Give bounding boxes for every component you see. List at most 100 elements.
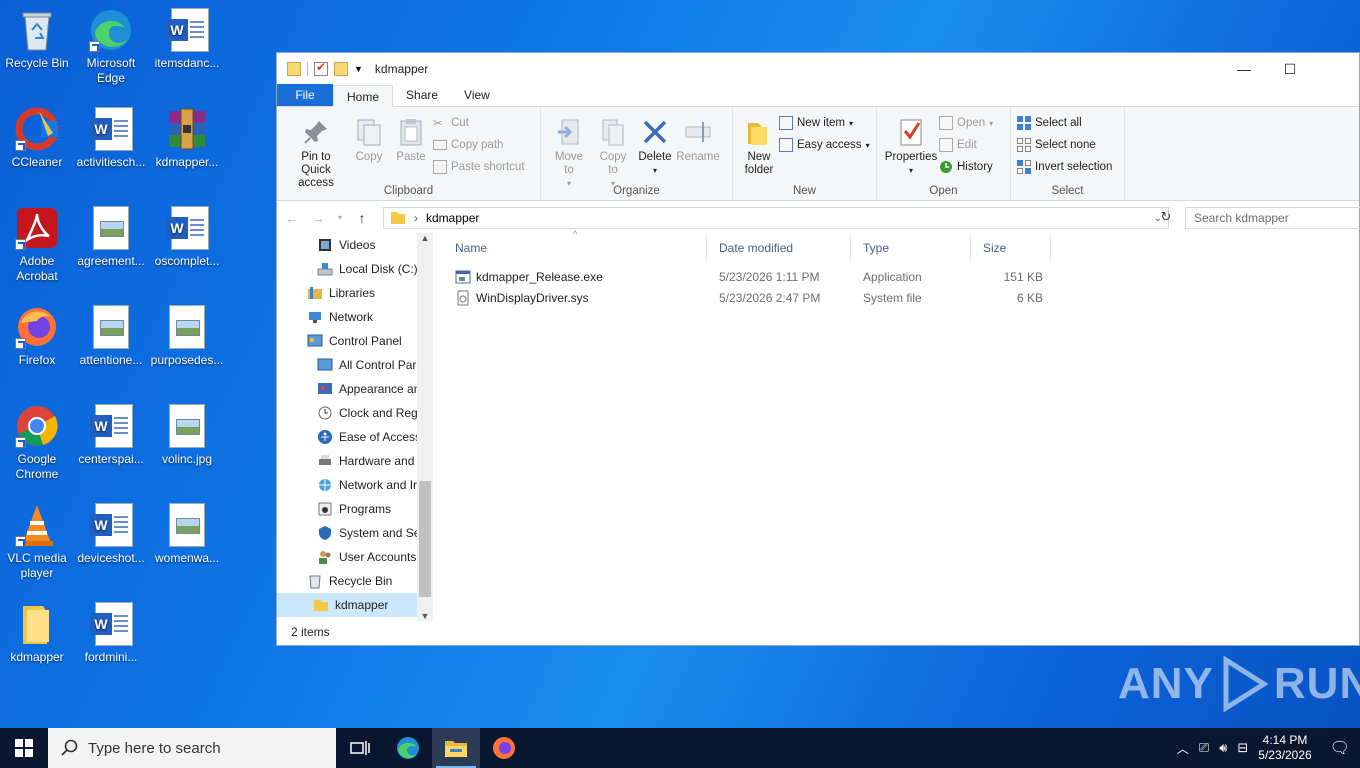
desktop-icon-microsoft-edge[interactable]: Microsoft Edge <box>74 8 148 86</box>
refresh-icon[interactable]: ↻ <box>1157 209 1175 227</box>
nav-item-clock-region[interactable]: Clock and Regi <box>277 401 433 425</box>
taskbar-file-explorer-button[interactable] <box>432 728 480 768</box>
desktop-icon-vlc[interactable]: VLC media player <box>0 503 74 581</box>
select-group: Select all Select none Invert selection … <box>1011 107 1125 201</box>
nav-item-local-disk[interactable]: Local Disk (C:) <box>277 257 433 281</box>
customize-dropdown-icon[interactable]: ▼ <box>354 64 363 74</box>
paste-icon <box>396 117 426 147</box>
desktop-icon-ccleaner[interactable]: CCleaner <box>0 107 74 170</box>
desktop-icon-google-chrome[interactable]: Google Chrome <box>0 404 74 482</box>
desktop-icon-volinc[interactable]: volinc.jpg <box>150 404 224 467</box>
file-row[interactable]: WinDisplayDriver.sys 5/23/2026 2:47 PM S… <box>443 287 1359 308</box>
new-item-button[interactable]: New item ▾ <box>779 115 870 131</box>
cut-button[interactable]: ✂ Cut <box>433 115 525 131</box>
meet-now-icon[interactable]: ⎚ <box>1199 740 1209 756</box>
shortcut-arrow-icon <box>15 239 26 250</box>
ribbon: Pin to Quick access Copy Paste ✂ Cut Copy… <box>277 107 1359 201</box>
properties-quick-icon[interactable] <box>314 60 328 76</box>
ribbon-tabs: File Home Share View <box>277 84 1359 107</box>
desktop-icon-attentione[interactable]: attentione... <box>74 305 148 368</box>
rename-icon <box>683 117 713 147</box>
start-button[interactable] <box>0 728 48 768</box>
nav-item-all-control-panel[interactable]: All Control Par <box>277 353 433 377</box>
nav-item-user-accounts[interactable]: User Accounts <box>277 545 433 569</box>
properties-icon <box>896 117 926 147</box>
new-folder-quick-icon[interactable] <box>334 62 348 76</box>
nav-item-network-internet[interactable]: Network and Ir <box>277 473 433 497</box>
desktop-icon-centerspai[interactable]: W centerspai... <box>74 404 148 467</box>
easy-access-button[interactable]: Easy access ▾ <box>779 137 870 153</box>
forward-arrow-icon[interactable]: → <box>309 210 327 226</box>
nav-item-recycle-bin[interactable]: Recycle Bin <box>277 569 433 593</box>
status-bar-item-count: 2 items <box>291 625 330 639</box>
copy-path-button[interactable]: Copy path <box>433 137 525 153</box>
tab-file[interactable]: File <box>277 84 333 106</box>
history-button[interactable]: History <box>939 159 993 175</box>
desktop-icon-fordmini[interactable]: W fordmini... <box>74 602 148 665</box>
nav-item-ease-of-access[interactable]: Ease of Access <box>277 425 433 449</box>
nav-item-hardware-sound[interactable]: Hardware and <box>277 449 433 473</box>
file-date: 5/23/2026 2:47 PM <box>719 290 821 305</box>
nav-item-libraries[interactable]: Libraries <box>277 281 433 305</box>
nav-item-appearance[interactable]: Appearance an <box>277 377 433 401</box>
desktop-icon-agreement[interactable]: agreement... <box>74 206 148 269</box>
tab-view[interactable]: View <box>451 84 503 106</box>
desktop-icon-oscomplet[interactable]: W oscomplet... <box>150 206 224 269</box>
up-arrow-icon[interactable]: ↑ <box>353 210 371 226</box>
nav-item-network[interactable]: Network <box>277 305 433 329</box>
column-date-modified[interactable]: Date modified <box>707 235 851 261</box>
network-tray-icon[interactable]: ⊟ <box>1237 740 1248 756</box>
paste-shortcut-button[interactable]: Paste shortcut <box>433 159 525 175</box>
show-hidden-icons-chevron-icon[interactable]: ︿ <box>1177 740 1189 757</box>
group-label-new: New <box>792 185 816 197</box>
nav-item-videos[interactable]: Videos <box>277 233 433 257</box>
back-arrow-icon[interactable]: ← <box>283 210 301 226</box>
desktop-icon-recycle-bin[interactable]: Recycle Bin <box>0 8 74 71</box>
recent-dropdown-icon[interactable]: ▾ <box>335 213 345 222</box>
scroll-down-icon[interactable]: ▼ <box>417 611 433 621</box>
tab-home[interactable]: Home <box>333 85 394 107</box>
desktop-icon-itemsdanc[interactable]: W itemsdanc... <box>150 8 224 71</box>
copy-icon <box>354 117 384 147</box>
nav-item-control-panel[interactable]: Control Panel <box>277 329 433 353</box>
videos-icon <box>317 237 333 253</box>
notifications-icon[interactable]: 🗨︎ <box>1330 738 1350 758</box>
tab-share[interactable]: Share <box>393 84 451 106</box>
taskbar-firefox-button[interactable] <box>480 728 528 768</box>
desktop-icon-womenwa[interactable]: womenwa... <box>150 503 224 566</box>
select-all-button[interactable]: Select all <box>1017 115 1112 131</box>
desktop-icon-label: VLC media player <box>7 551 67 580</box>
address-bar[interactable]: › kdmapper ⌄ <box>383 207 1169 229</box>
desktop-icon-adobe-acrobat[interactable]: Adobe Acrobat <box>0 206 74 284</box>
taskbar-edge-button[interactable] <box>384 728 432 768</box>
copy-to-icon <box>598 117 628 147</box>
column-size[interactable]: Size <box>971 235 1051 261</box>
navigation-scrollbar[interactable]: ▲ ▼ <box>417 233 433 621</box>
clock[interactable]: 4:14 PM 5/23/2026 <box>1258 733 1311 763</box>
task-view-button[interactable] <box>336 728 384 768</box>
edit-button[interactable]: Edit <box>939 137 993 153</box>
scrollbar-thumb[interactable] <box>419 481 431 597</box>
desktop-icon-activitiesch[interactable]: W activitiesch... <box>74 107 148 170</box>
desktop-icon-kdmapper-archive[interactable]: kdmapper... <box>150 107 224 170</box>
minimize-button[interactable]: — <box>1221 53 1267 85</box>
scroll-up-icon[interactable]: ▲ <box>417 233 433 243</box>
select-none-button[interactable]: Select none <box>1017 137 1112 153</box>
desktop-icon-kdmapper-folder[interactable]: kdmapper <box>0 602 74 665</box>
file-row[interactable]: kdmapper_Release.exe 5/23/2026 1:11 PM A… <box>443 266 1359 287</box>
volume-icon[interactable]: 🔊︎ <box>1219 740 1227 756</box>
maximize-button[interactable]: ☐ <box>1267 53 1313 85</box>
open-button[interactable]: Open ▾ <box>939 115 993 131</box>
column-type[interactable]: Type <box>851 235 971 261</box>
desktop-icon-deviceshot[interactable]: W deviceshot... <box>74 503 148 566</box>
nav-item-system-security[interactable]: System and Sec <box>277 521 433 545</box>
desktop-icon-purposedes[interactable]: purposedes... <box>150 305 224 368</box>
breadcrumb-kdmapper[interactable]: kdmapper <box>426 211 479 225</box>
desktop-icon-firefox[interactable]: Firefox <box>0 305 74 368</box>
nav-item-programs[interactable]: Programs <box>277 497 433 521</box>
search-input[interactable]: Search kdmapper <box>1185 207 1360 229</box>
nav-item-kdmapper[interactable]: kdmapper <box>277 593 433 617</box>
invert-selection-button[interactable]: Invert selection <box>1017 159 1112 175</box>
navigation-pane: Videos Local Disk (C:) Libraries Network… <box>277 233 433 621</box>
taskbar-search-box[interactable]: Type here to search <box>48 728 336 768</box>
